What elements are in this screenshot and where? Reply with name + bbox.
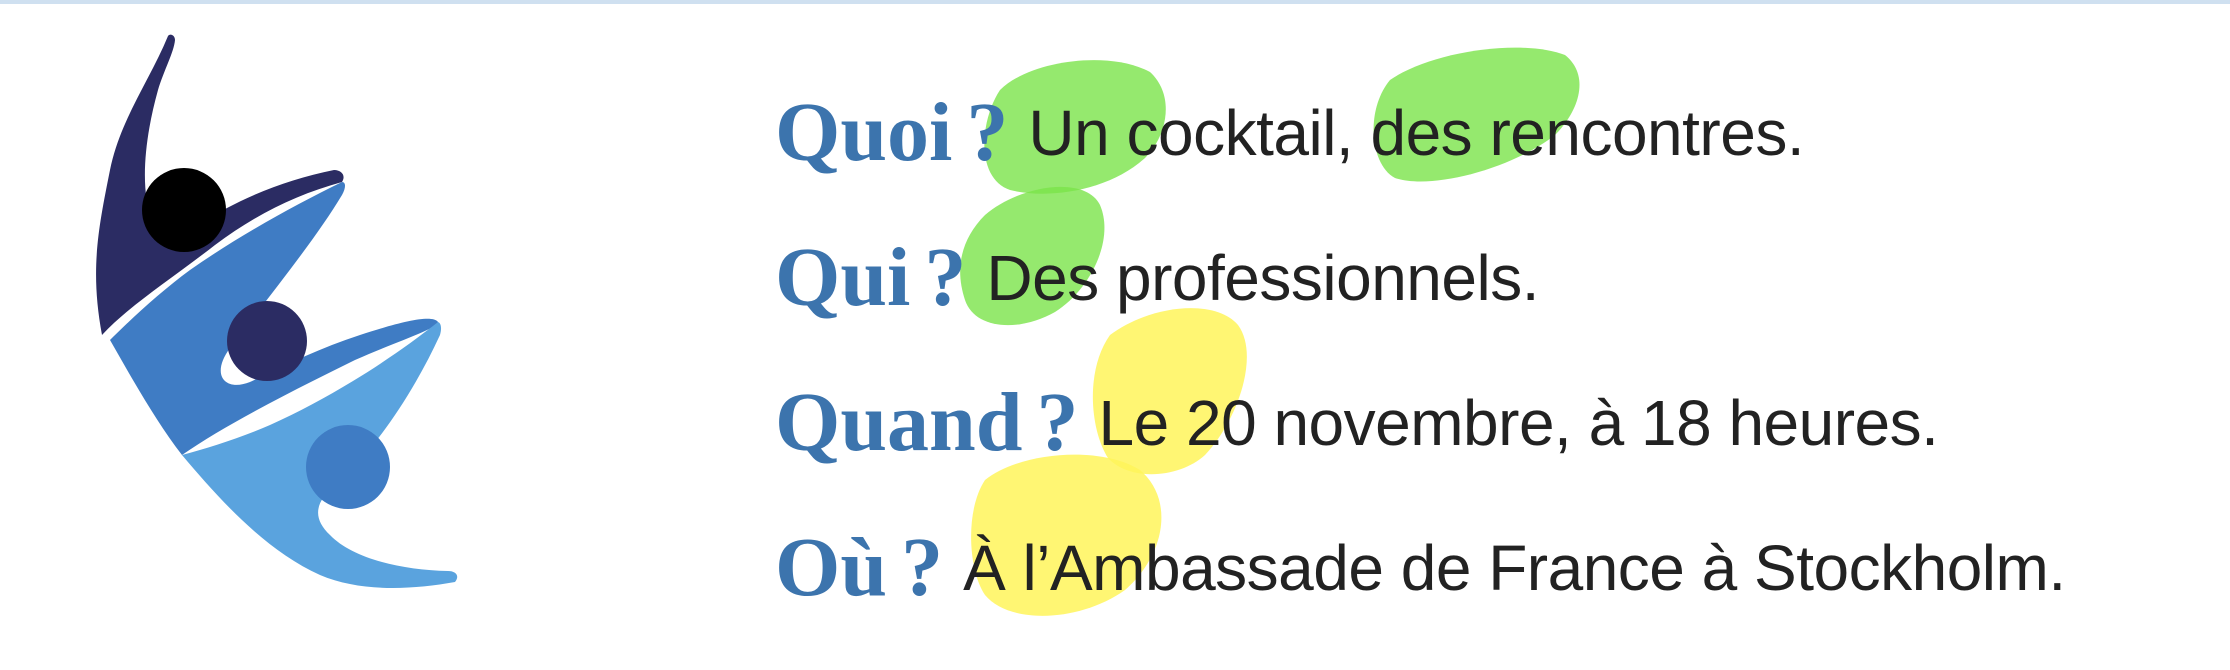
- qa-line-quoi: Quoi ? Un cocktail, des rencontres.: [775, 60, 2195, 205]
- top-border: [0, 0, 2230, 4]
- question-word: Qui: [775, 231, 911, 324]
- qa-list: Quoi ? Un cocktail, des rencontres. Qui …: [775, 60, 2195, 640]
- head-blue: [306, 425, 390, 509]
- answer-text: À l’Ambassade de France à Stockholm.: [963, 531, 2066, 604]
- question-mark: ?: [901, 521, 944, 614]
- question-mark: ?: [966, 86, 1009, 179]
- question-word: Quoi: [775, 86, 953, 179]
- question-mark: ?: [1036, 376, 1079, 469]
- question-mark: ?: [924, 231, 967, 324]
- answer-text: Le 20 novembre, à 18 heures.: [1098, 386, 1939, 459]
- qa-line-qui: Qui ? Des professionnels.: [775, 205, 2195, 350]
- answer-text: Des professionnels.: [986, 241, 1539, 314]
- question-word: Quand: [775, 376, 1023, 469]
- head-black: [142, 168, 226, 252]
- head-navy: [227, 301, 307, 381]
- three-leaping-figures-logo-icon: [96, 34, 458, 588]
- answer-text: Un cocktail, des rencontres.: [1028, 96, 1805, 169]
- qa-line-ou: Où ? À l’Ambassade de France à Stockholm…: [775, 495, 2195, 640]
- qa-line-quand: Quand ? Le 20 novembre, à 18 heures.: [775, 350, 2195, 495]
- question-word: Où: [775, 521, 888, 614]
